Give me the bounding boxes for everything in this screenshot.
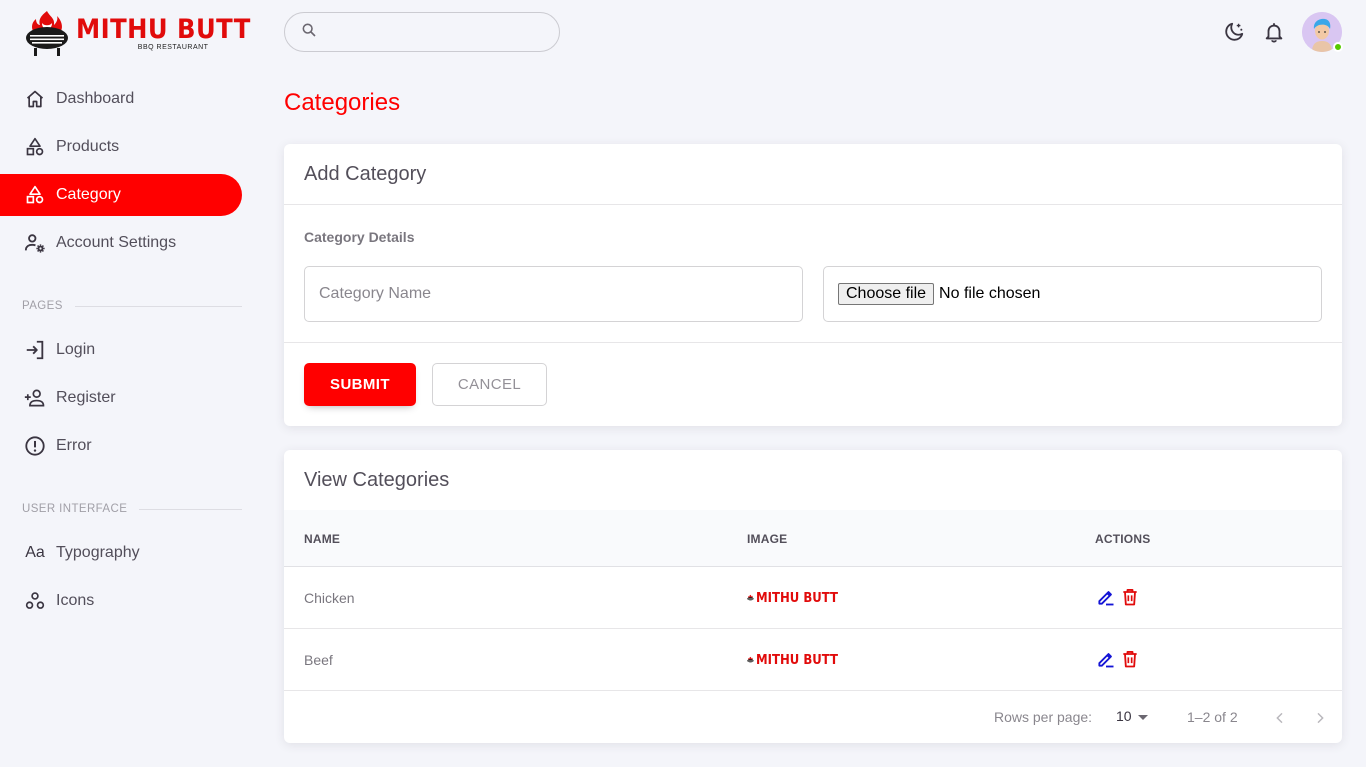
card-title: View Categories [304, 469, 450, 491]
shapes-icon [24, 184, 46, 206]
theme-toggle-icon[interactable] [1222, 20, 1246, 44]
google-circles-icon [24, 590, 46, 612]
delete-icon[interactable] [1118, 647, 1142, 671]
category-name-input[interactable] [319, 285, 802, 303]
category-image-label: MITHU BUTT [755, 652, 838, 668]
column-header-image: IMAGE [747, 532, 788, 546]
category-name: Beef [304, 652, 333, 668]
divider [284, 204, 1342, 205]
sidebar-item-account-settings[interactable]: Account Settings [0, 222, 242, 264]
category-name: Chicken [304, 590, 355, 606]
cancel-button[interactable]: CANCEL [432, 363, 547, 406]
delete-icon[interactable] [1118, 585, 1142, 609]
search-input[interactable] [325, 24, 545, 40]
sidebar: MITHU BUTT BBQ RESTAURANT Dashboard Prod… [0, 0, 260, 767]
rows-per-page-select[interactable]: 10 [1116, 708, 1148, 724]
table-header: NAME IMAGE ACTIONS [284, 510, 1342, 567]
sidebar-item-category[interactable]: Category [0, 174, 242, 216]
online-status-dot [1333, 42, 1343, 52]
account-cog-icon [24, 232, 46, 254]
card-title: Add Category [304, 163, 427, 185]
search-icon [301, 22, 317, 43]
page-title: Categories [284, 89, 401, 116]
brand-tagline: BBQ RESTAURANT [137, 44, 209, 51]
sidebar-item-label: Typography [56, 544, 140, 561]
edit-icon[interactable] [1094, 647, 1118, 671]
search-box[interactable] [284, 12, 560, 52]
view-categories-card: View Categories NAME IMAGE ACTIONS Chick… [284, 450, 1342, 743]
column-header-actions: ACTIONS [1095, 532, 1151, 546]
sidebar-item-dashboard[interactable]: Dashboard [0, 78, 242, 120]
sidebar-item-label: Products [56, 138, 120, 155]
bell-icon[interactable] [1262, 20, 1286, 44]
sidebar-item-label: Error [56, 437, 92, 454]
divider [284, 342, 1342, 343]
sidebar-item-label: Register [56, 389, 116, 406]
category-image: MITHU BUTT [747, 646, 847, 674]
chevron-right-icon[interactable] [1308, 706, 1332, 730]
rows-per-page-label: Rows per page: [994, 709, 1093, 725]
section-label-user-interface: USER INTERFACE [22, 503, 242, 515]
sidebar-item-login[interactable]: Login [0, 329, 242, 371]
section-label-pages: PAGES [22, 300, 242, 312]
grill-logo-icon [747, 656, 754, 663]
section-subtitle: Category Details [304, 229, 415, 245]
sidebar-item-products[interactable]: Products [0, 126, 242, 168]
sidebar-item-label: Icons [56, 592, 95, 609]
grill-logo-icon [747, 594, 754, 601]
sidebar-item-label: Account Settings [56, 234, 177, 251]
choose-file-button[interactable]: Choose file [838, 283, 935, 305]
category-image-field[interactable]: Choose file No file chosen [823, 266, 1322, 322]
file-status: No file chosen [939, 285, 1041, 302]
sidebar-item-error[interactable]: Error [0, 425, 242, 467]
submit-button[interactable]: SUBMIT [304, 363, 416, 406]
sidebar-item-label: Login [56, 341, 96, 358]
sidebar-item-register[interactable]: Register [0, 377, 242, 419]
category-image-label: MITHU BUTT [755, 590, 838, 606]
login-icon [24, 339, 46, 361]
grill-logo-icon [26, 11, 68, 56]
format-letter-case-icon: Aa [25, 544, 45, 561]
avatar[interactable] [1302, 12, 1343, 52]
sidebar-item-label: Dashboard [56, 90, 135, 107]
sidebar-item-icons[interactable]: Icons [0, 580, 242, 622]
category-name-field[interactable] [304, 266, 803, 322]
table-row: Chicken MITHU BUTT [284, 567, 1342, 629]
brand-logo[interactable]: MITHU BUTT BBQ RESTAURANT [24, 6, 250, 60]
category-image: MITHU BUTT [747, 584, 847, 612]
add-category-card: Add Category Category Details Choose fil… [284, 144, 1342, 426]
chevron-left-icon[interactable] [1268, 706, 1292, 730]
sidebar-item-typography[interactable]: Aa Typography [0, 532, 242, 574]
shapes-icon [24, 136, 46, 158]
brand-name: MITHU BUTT [76, 14, 251, 45]
pagination-range: 1–2 of 2 [1187, 709, 1238, 725]
caret-down-icon [1137, 708, 1148, 724]
alert-circle-icon [24, 435, 46, 457]
account-plus-icon [24, 387, 46, 409]
edit-icon[interactable] [1094, 585, 1118, 609]
sidebar-item-label: Category [56, 186, 121, 203]
rows-per-page-value: 10 [1116, 708, 1132, 724]
column-header-name: NAME [304, 532, 341, 546]
table-row: Beef MITHU BUTT [284, 629, 1342, 691]
home-icon [24, 88, 46, 110]
